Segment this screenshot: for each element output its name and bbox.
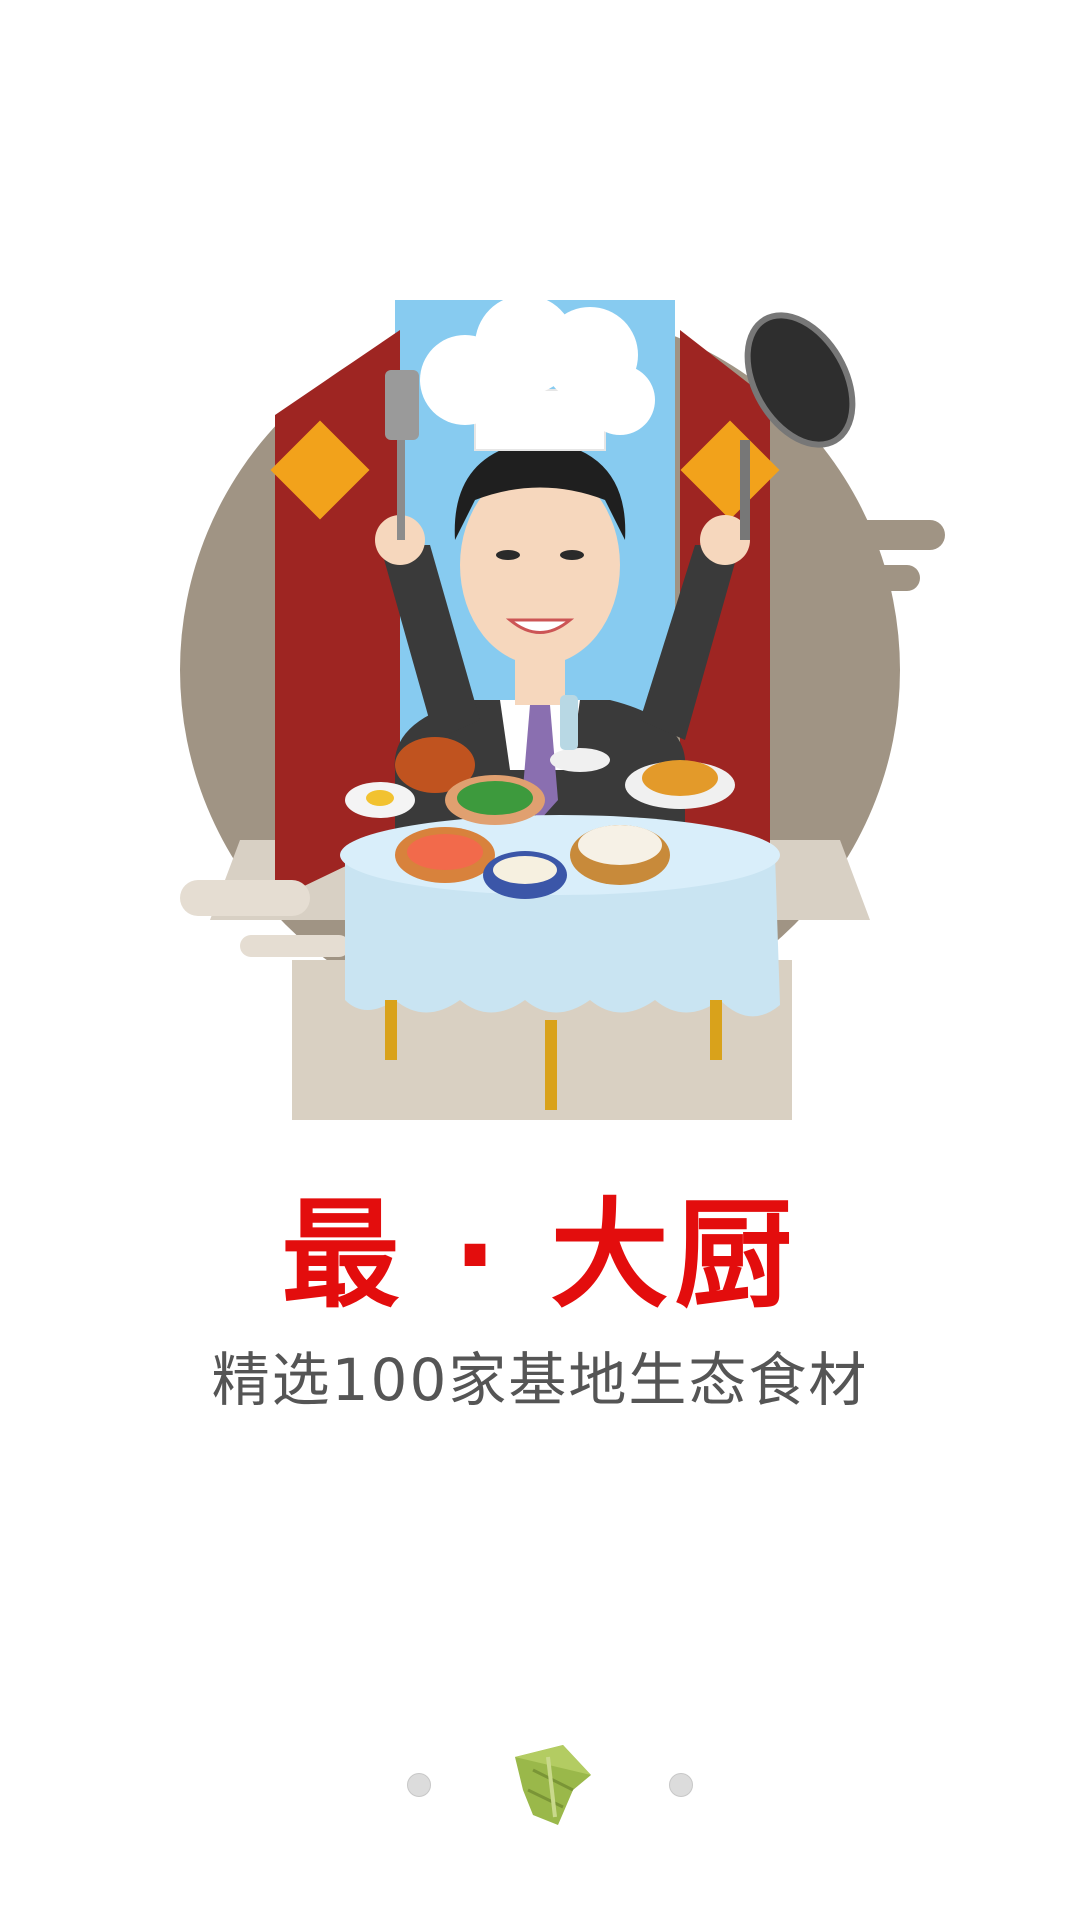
chef-illustration	[180, 300, 945, 1120]
app-title: 最 · 大厨	[281, 1186, 799, 1324]
page-dot-3[interactable]	[669, 1773, 693, 1797]
page-dot-1[interactable]	[407, 1773, 431, 1797]
app-slogan: 精选100家基地生态食材	[211, 1346, 869, 1414]
zongzi-icon[interactable]	[503, 1735, 603, 1835]
page-indicator	[0, 1735, 1080, 1835]
splash-screen[interactable]: 最 · 大厨 精选100家基地生态食材	[0, 0, 1080, 1920]
